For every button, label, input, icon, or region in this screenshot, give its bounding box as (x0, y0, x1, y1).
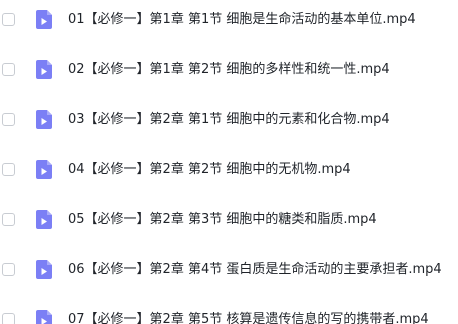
row-checkbox[interactable] (2, 63, 15, 76)
file-name[interactable]: 05【必修一】第2章 第3节 细胞中的糖类和脂质.mp4 (68, 210, 456, 230)
video-file-icon (36, 60, 52, 79)
file-row[interactable]: 07【必修一】第2章 第5节 核算是遗传信息的写的携带者.mp4 (0, 304, 458, 324)
row-checkbox[interactable] (2, 313, 15, 324)
video-file-icon (36, 210, 52, 229)
file-name[interactable]: 03【必修一】第2章 第1节 细胞中的元素和化合物.mp4 (68, 110, 456, 130)
file-row[interactable]: 06【必修一】第2章 第4节 蛋白质是生命活动的主要承担者.mp4 (0, 254, 458, 286)
file-row[interactable]: 01【必修一】第1章 第1节 细胞是生命活动的基本单位.mp4 (0, 4, 458, 36)
row-checkbox[interactable] (2, 113, 15, 126)
file-name[interactable]: 06【必修一】第2章 第4节 蛋白质是生命活动的主要承担者.mp4 (68, 260, 456, 280)
file-row[interactable]: 05【必修一】第2章 第3节 细胞中的糖类和脂质.mp4 (0, 204, 458, 236)
row-checkbox[interactable] (2, 163, 15, 176)
video-file-icon (36, 10, 52, 29)
file-name[interactable]: 01【必修一】第1章 第1节 细胞是生命活动的基本单位.mp4 (68, 10, 456, 30)
file-name[interactable]: 02【必修一】第1章 第2节 细胞的多样性和统一性.mp4 (68, 60, 456, 80)
file-name[interactable]: 04【必修一】第2章 第2节 细胞中的无机物.mp4 (68, 160, 456, 180)
row-checkbox[interactable] (2, 263, 15, 276)
row-checkbox[interactable] (2, 13, 15, 26)
video-file-icon (36, 310, 52, 324)
row-checkbox[interactable] (2, 213, 15, 226)
video-file-icon (36, 160, 52, 179)
file-row[interactable]: 03【必修一】第2章 第1节 细胞中的元素和化合物.mp4 (0, 104, 458, 136)
video-file-icon (36, 260, 52, 279)
file-name[interactable]: 07【必修一】第2章 第5节 核算是遗传信息的写的携带者.mp4 (68, 310, 456, 324)
file-row[interactable]: 02【必修一】第1章 第2节 细胞的多样性和统一性.mp4 (0, 54, 458, 86)
file-list: 01【必修一】第1章 第1节 细胞是生命活动的基本单位.mp4 02【必修一】第… (0, 0, 458, 324)
file-row[interactable]: 04【必修一】第2章 第2节 细胞中的无机物.mp4 (0, 154, 458, 186)
video-file-icon (36, 110, 52, 129)
